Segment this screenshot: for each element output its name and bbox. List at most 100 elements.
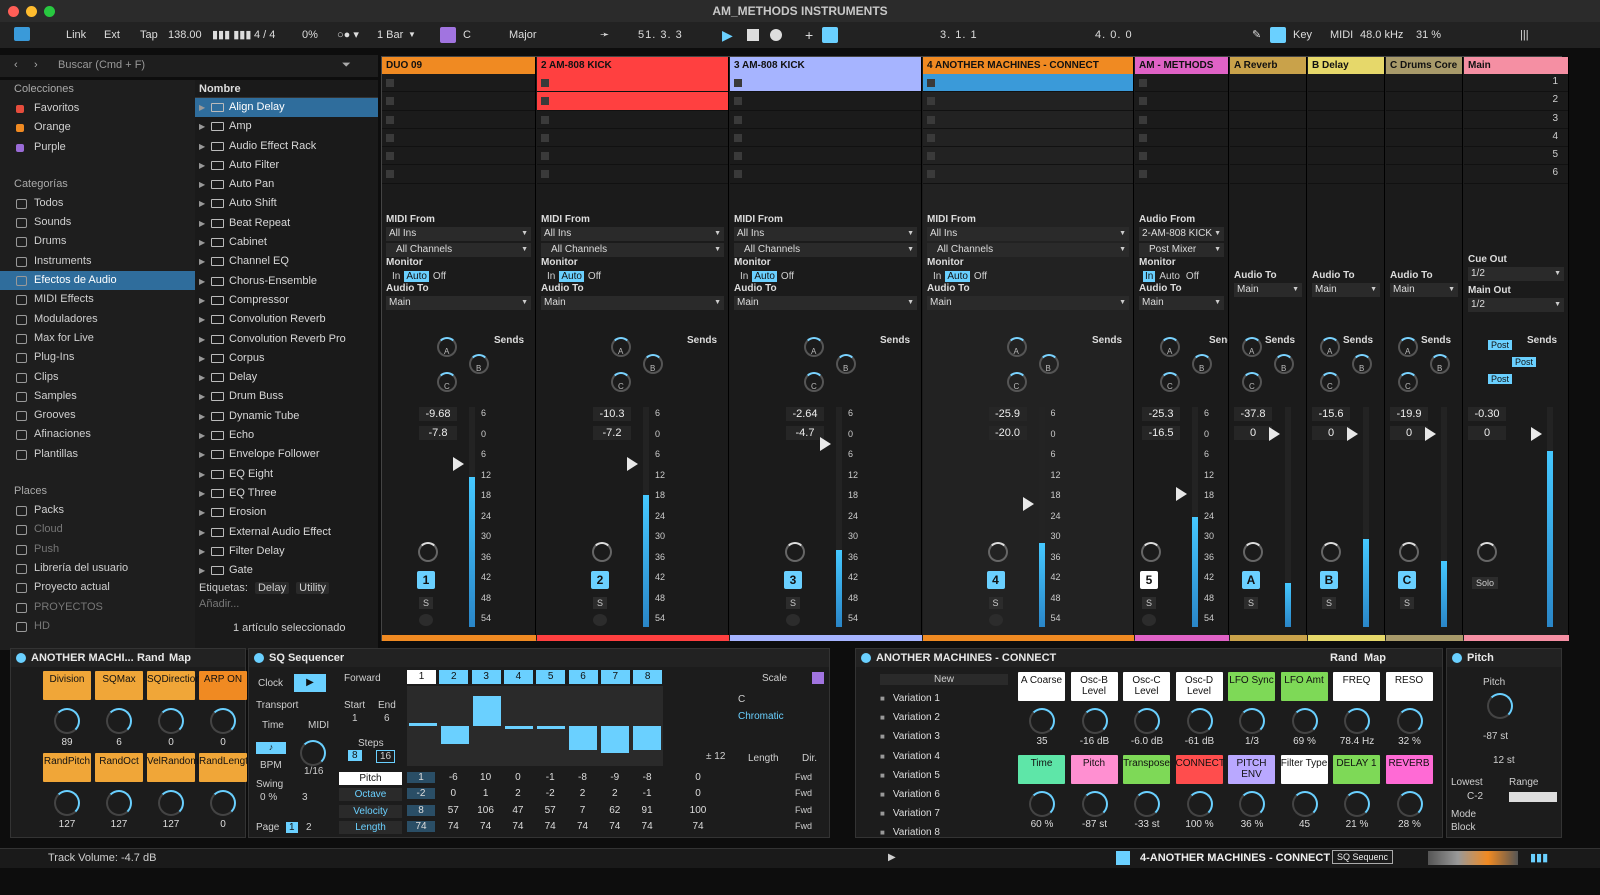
macro-button[interactable]: CONNECT (1175, 755, 1225, 784)
output-select[interactable]: Main (1312, 283, 1380, 297)
input-channel-select[interactable]: All Channels (927, 243, 1129, 257)
clip-stop-icon[interactable] (927, 133, 935, 142)
step-value[interactable]: 47 (504, 805, 532, 816)
clip-stop-icon[interactable] (927, 170, 935, 179)
step-value[interactable]: 74 (569, 821, 597, 832)
browser-item[interactable]: ▶ Corpus (195, 349, 378, 368)
track-activator-button[interactable]: 5 (1140, 571, 1158, 589)
input-source-select[interactable]: 2-AM-808 KICK (1139, 227, 1224, 241)
clip-slot[interactable] (923, 111, 1133, 129)
volume-fader-handle[interactable] (1425, 427, 1436, 441)
param-knob[interactable] (158, 790, 184, 816)
tag-utility[interactable]: Utility (296, 582, 330, 594)
pan-knob[interactable] (1141, 542, 1161, 562)
record-button[interactable] (770, 29, 782, 41)
category-item[interactable]: Samples (0, 387, 195, 406)
clip-stop-icon[interactable] (541, 115, 549, 124)
category-item[interactable]: Drums (0, 232, 195, 251)
browser-item[interactable]: ▶ Cabinet (195, 233, 378, 252)
add-icon[interactable]: + (805, 22, 813, 48)
send-b-knob[interactable]: B (1192, 354, 1212, 374)
solo-button[interactable]: S (1322, 597, 1336, 609)
clip-slot[interactable] (382, 92, 535, 111)
clip-stop-icon[interactable] (1139, 79, 1147, 87)
clip-stop-icon[interactable] (541, 152, 549, 161)
step-value[interactable]: -9 (601, 772, 629, 783)
send-c-knob[interactable]: C (1242, 372, 1262, 392)
macro-button[interactable]: Filter Type (1280, 755, 1328, 784)
expand-arrow-icon[interactable]: ▶ (199, 561, 205, 580)
camera-icon[interactable]: ■ (880, 828, 885, 837)
track-header[interactable]: AM - METHODS (1135, 57, 1228, 74)
page-2-button[interactable]: 2 (306, 822, 312, 833)
page-1-button[interactable]: 1 (286, 822, 298, 833)
volume-field[interactable]: -0.30 (1468, 407, 1506, 421)
name-column-header[interactable]: Nombre (195, 80, 378, 98)
macro-button[interactable]: Osc-B Level (1070, 672, 1118, 701)
clip-slot[interactable] (537, 74, 728, 93)
camera-icon[interactable]: ■ (880, 771, 885, 780)
monitor-in-button[interactable]: In (931, 271, 943, 282)
step-value[interactable]: 57 (536, 805, 564, 816)
step-value[interactable]: 2 (569, 788, 597, 799)
browser-item[interactable]: ▶ Envelope Follower (195, 445, 378, 464)
arm-button[interactable] (593, 614, 607, 626)
clip-slot[interactable] (1386, 74, 1462, 93)
clip-stop-icon[interactable] (927, 79, 935, 87)
clip-slot[interactable] (382, 74, 535, 93)
new-variation-button[interactable]: New (880, 674, 1008, 685)
expand-arrow-icon[interactable]: ▶ (199, 445, 205, 464)
param-knob[interactable] (106, 790, 132, 816)
back-arrow-icon[interactable]: ‹ (14, 59, 18, 71)
variation-item[interactable]: ■ Variation 8 (880, 823, 1008, 842)
send-c-knob[interactable]: C (1320, 372, 1340, 392)
pan-knob[interactable] (1243, 542, 1263, 562)
steps-8-button[interactable]: 8 (348, 750, 362, 761)
variation-item[interactable]: ■ Variation 6 (880, 785, 1008, 804)
category-item[interactable]: Sounds (0, 213, 195, 232)
rand-button[interactable]: Rand (1330, 649, 1358, 667)
expand-arrow-icon[interactable]: ▶ (199, 137, 205, 156)
filter-icon[interactable]: ⏷ (342, 59, 351, 72)
volume-fader-handle[interactable] (1347, 427, 1358, 441)
macro-knob[interactable] (1134, 791, 1160, 817)
solo-button[interactable]: S (988, 597, 1003, 609)
clip-stop-icon[interactable] (734, 170, 742, 179)
place-item[interactable]: Packs (0, 501, 195, 520)
param-button[interactable]: SQDirection (147, 671, 201, 700)
step-bar[interactable] (601, 726, 629, 753)
step-value[interactable]: 0 (504, 772, 532, 783)
output-select[interactable]: Main (386, 296, 531, 310)
clip-slot[interactable] (537, 147, 728, 166)
expand-arrow-icon[interactable]: ▶ (199, 272, 205, 291)
pan-knob[interactable] (1399, 542, 1419, 562)
scale-mode-icon[interactable] (440, 27, 456, 43)
selected-track-name[interactable]: 4-ANOTHER MACHINES - CONNECT (1140, 852, 1330, 864)
key-root-select[interactable]: C (463, 22, 471, 48)
device-power-icon[interactable] (16, 653, 26, 663)
step-number[interactable]: 7 (600, 670, 630, 684)
scale-root-select[interactable]: C (738, 694, 745, 705)
expand-arrow-icon[interactable]: ▶ (199, 233, 205, 252)
play-icon[interactable]: ▶ (888, 852, 896, 863)
step-value[interactable]: -2 (536, 788, 564, 799)
step-value[interactable]: -6 (439, 772, 467, 783)
step-number[interactable]: 1 (407, 670, 436, 684)
step-value[interactable]: -8 (633, 772, 661, 783)
expand-arrow-icon[interactable]: ▶ (199, 523, 205, 542)
expand-arrow-icon[interactable]: ▶ (199, 310, 205, 329)
category-item[interactable]: Max for Live (0, 329, 195, 348)
clip-stop-icon[interactable] (927, 115, 935, 124)
step-value[interactable]: 1 (472, 788, 500, 799)
step-value[interactable]: 2 (601, 788, 629, 799)
send-c-knob[interactable]: C (611, 372, 631, 392)
expand-arrow-icon[interactable]: ▶ (199, 542, 205, 561)
dir-select[interactable]: Fwd (795, 788, 812, 798)
row-extra-value[interactable]: 0 (684, 772, 712, 783)
expand-arrow-icon[interactable]: ▶ (199, 349, 205, 368)
row-label-length[interactable]: Length (339, 820, 402, 834)
step-bar[interactable] (505, 726, 533, 729)
step-number[interactable]: 2 (439, 670, 469, 684)
clip-slot[interactable] (1308, 74, 1384, 93)
macro-knob[interactable] (1291, 708, 1318, 734)
